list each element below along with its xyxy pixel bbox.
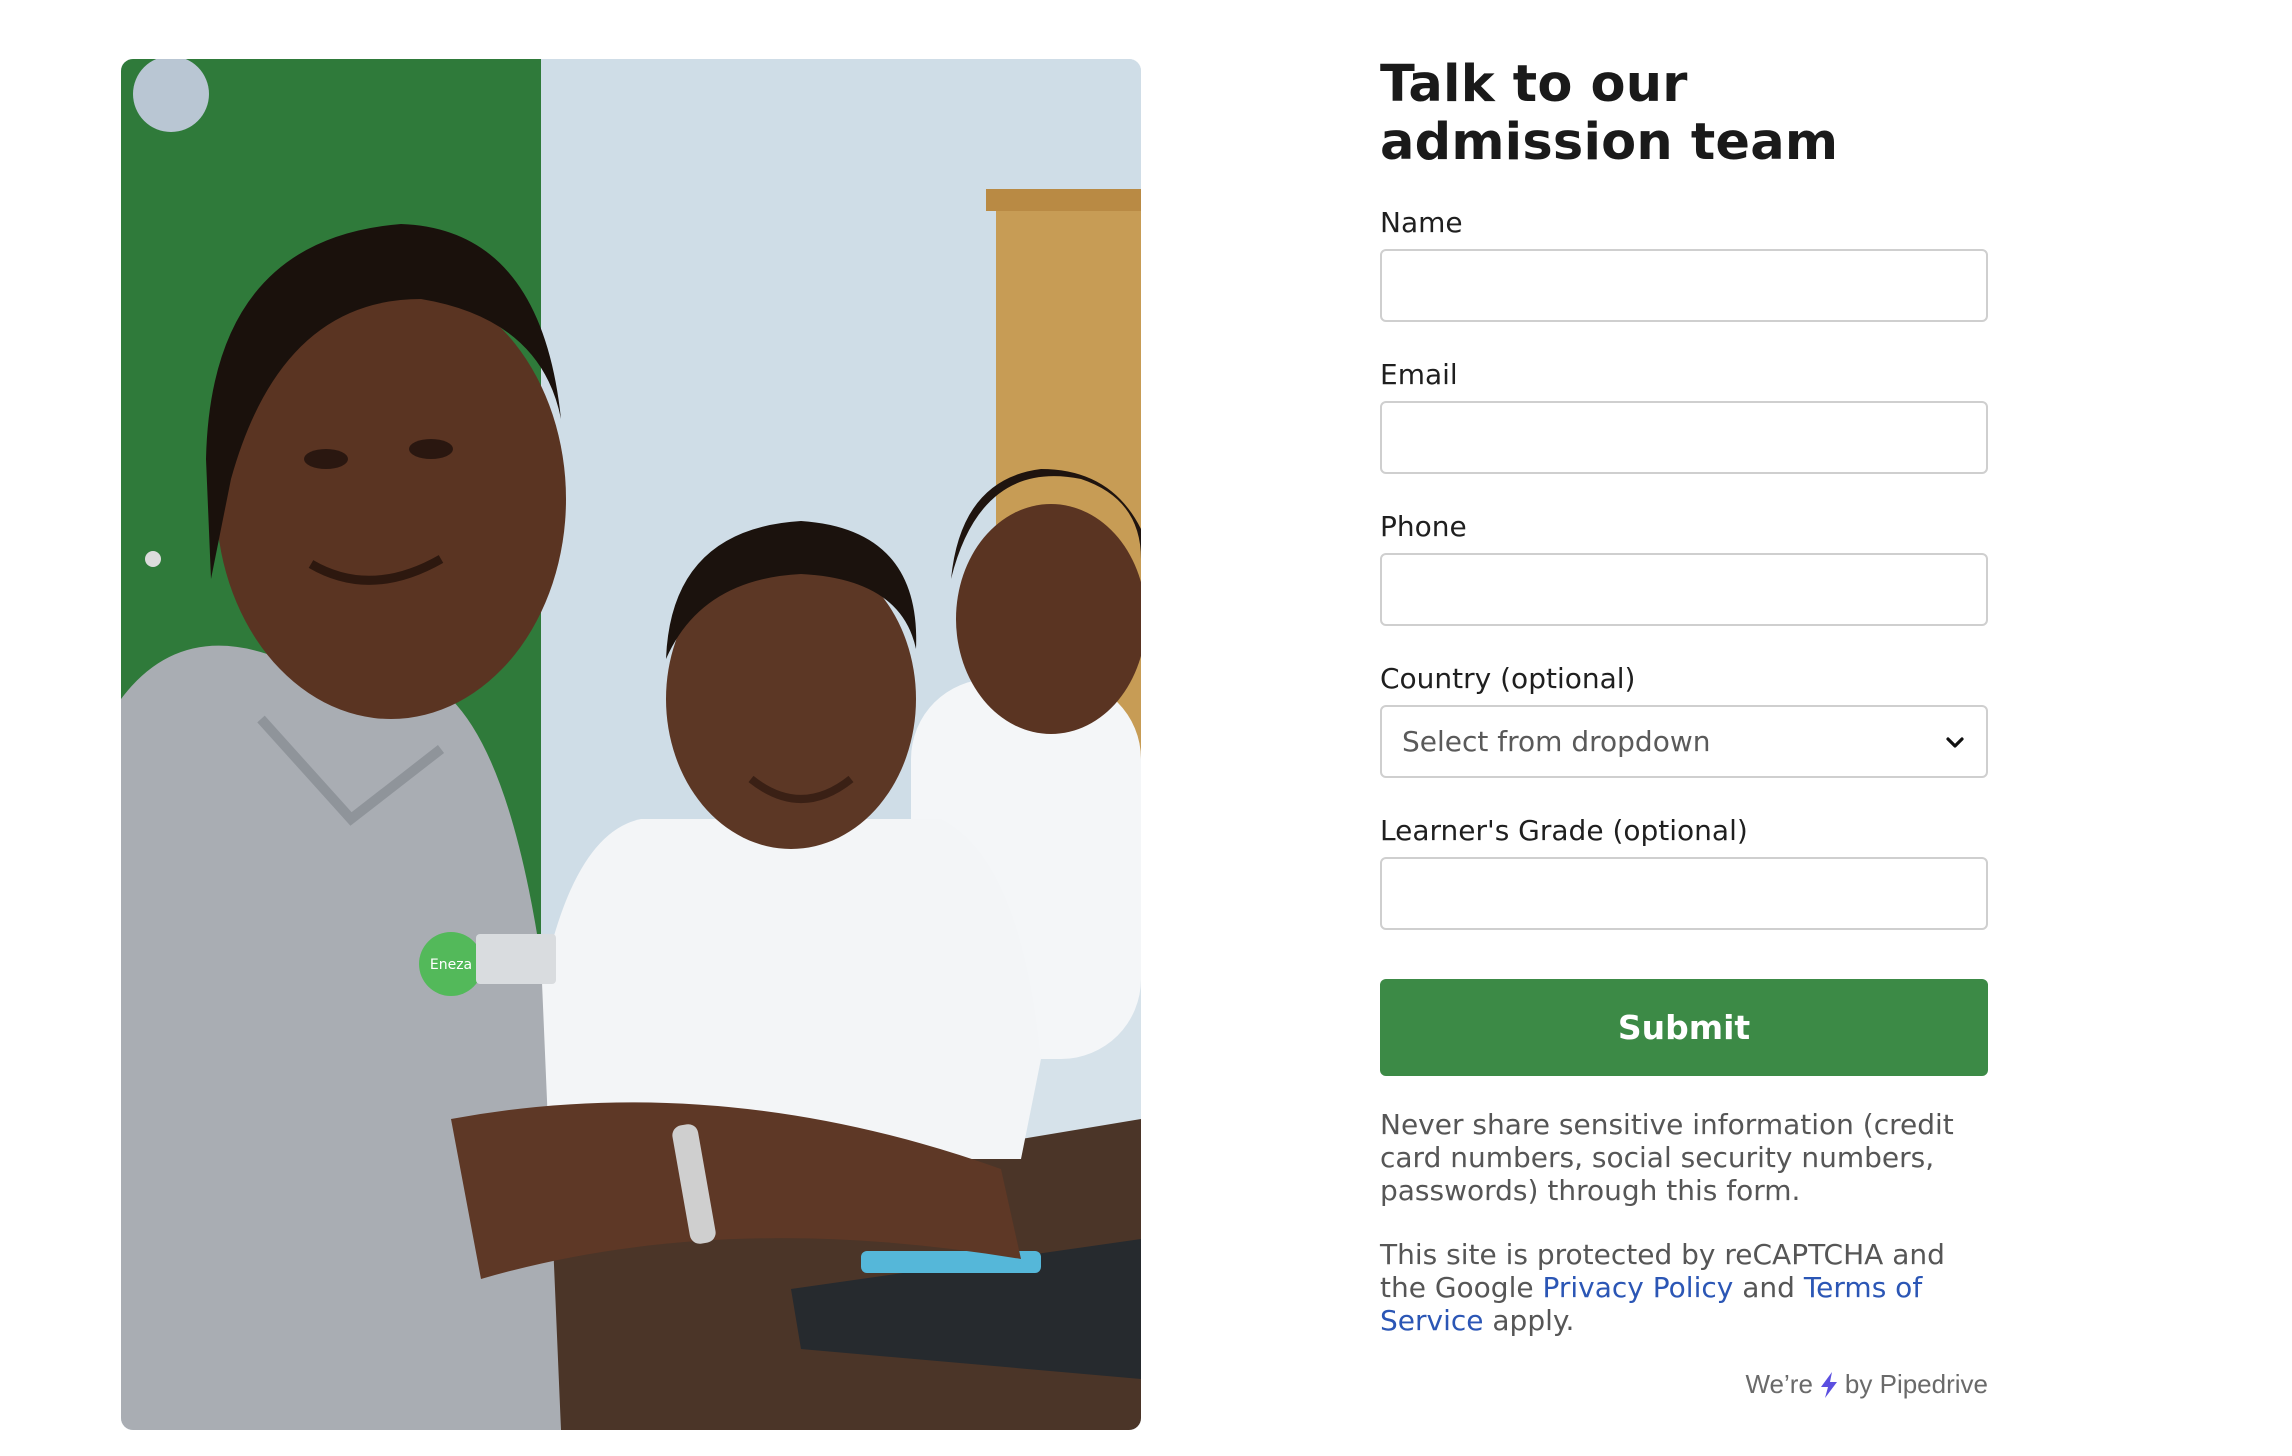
page: Eneza Talk to our admission team Name Em… [0, 0, 2292, 1456]
students-photo: Eneza [121, 59, 1141, 1430]
email-field-group: Email [1380, 358, 1988, 474]
admission-form: Talk to our admission team Name Email Ph… [1380, 55, 1988, 1399]
students-photo-illustration: Eneza [121, 59, 1141, 1430]
powered-suffix: by Pipedrive [1844, 1369, 1988, 1399]
phone-field-group: Phone [1380, 510, 1988, 626]
submit-button[interactable]: Submit [1380, 979, 1988, 1076]
grade-field-group: Learner's Grade (optional) [1380, 814, 1988, 930]
powered-by-pipedrive[interactable]: We’re by Pipedrive [1745, 1369, 1988, 1400]
email-label: Email [1380, 358, 1458, 391]
phone-label: Phone [1380, 510, 1467, 543]
country-select-value: Select from dropdown [1402, 725, 1711, 758]
country-select[interactable]: Select from dropdown [1380, 705, 1988, 778]
chevron-down-icon [1946, 736, 1964, 748]
country-label: Country (optional) [1380, 662, 1636, 695]
phone-input[interactable] [1380, 553, 1988, 626]
recaptcha-notice: This site is protected by reCAPTCHA and … [1380, 1238, 1988, 1337]
recaptcha-and: and [1742, 1271, 1795, 1304]
name-input[interactable] [1380, 249, 1988, 322]
school-badge-text: Eneza [430, 957, 472, 973]
sensitive-info-warning: Never share sensitive information (credi… [1380, 1108, 1954, 1207]
page-title: Talk to our admission team [1380, 55, 1839, 172]
name-label: Name [1380, 206, 1463, 239]
lightning-icon [1820, 1371, 1837, 1398]
privacy-policy-link[interactable]: Privacy Policy [1543, 1271, 1734, 1304]
country-field-group: Country (optional) Select from dropdown [1380, 662, 1988, 778]
grade-label: Learner's Grade (optional) [1380, 814, 1748, 847]
grade-input[interactable] [1380, 857, 1988, 930]
recaptcha-suffix: apply. [1492, 1304, 1575, 1337]
email-input[interactable] [1380, 401, 1988, 474]
name-field-group: Name [1380, 206, 1988, 322]
powered-prefix: We’re [1745, 1369, 1813, 1399]
